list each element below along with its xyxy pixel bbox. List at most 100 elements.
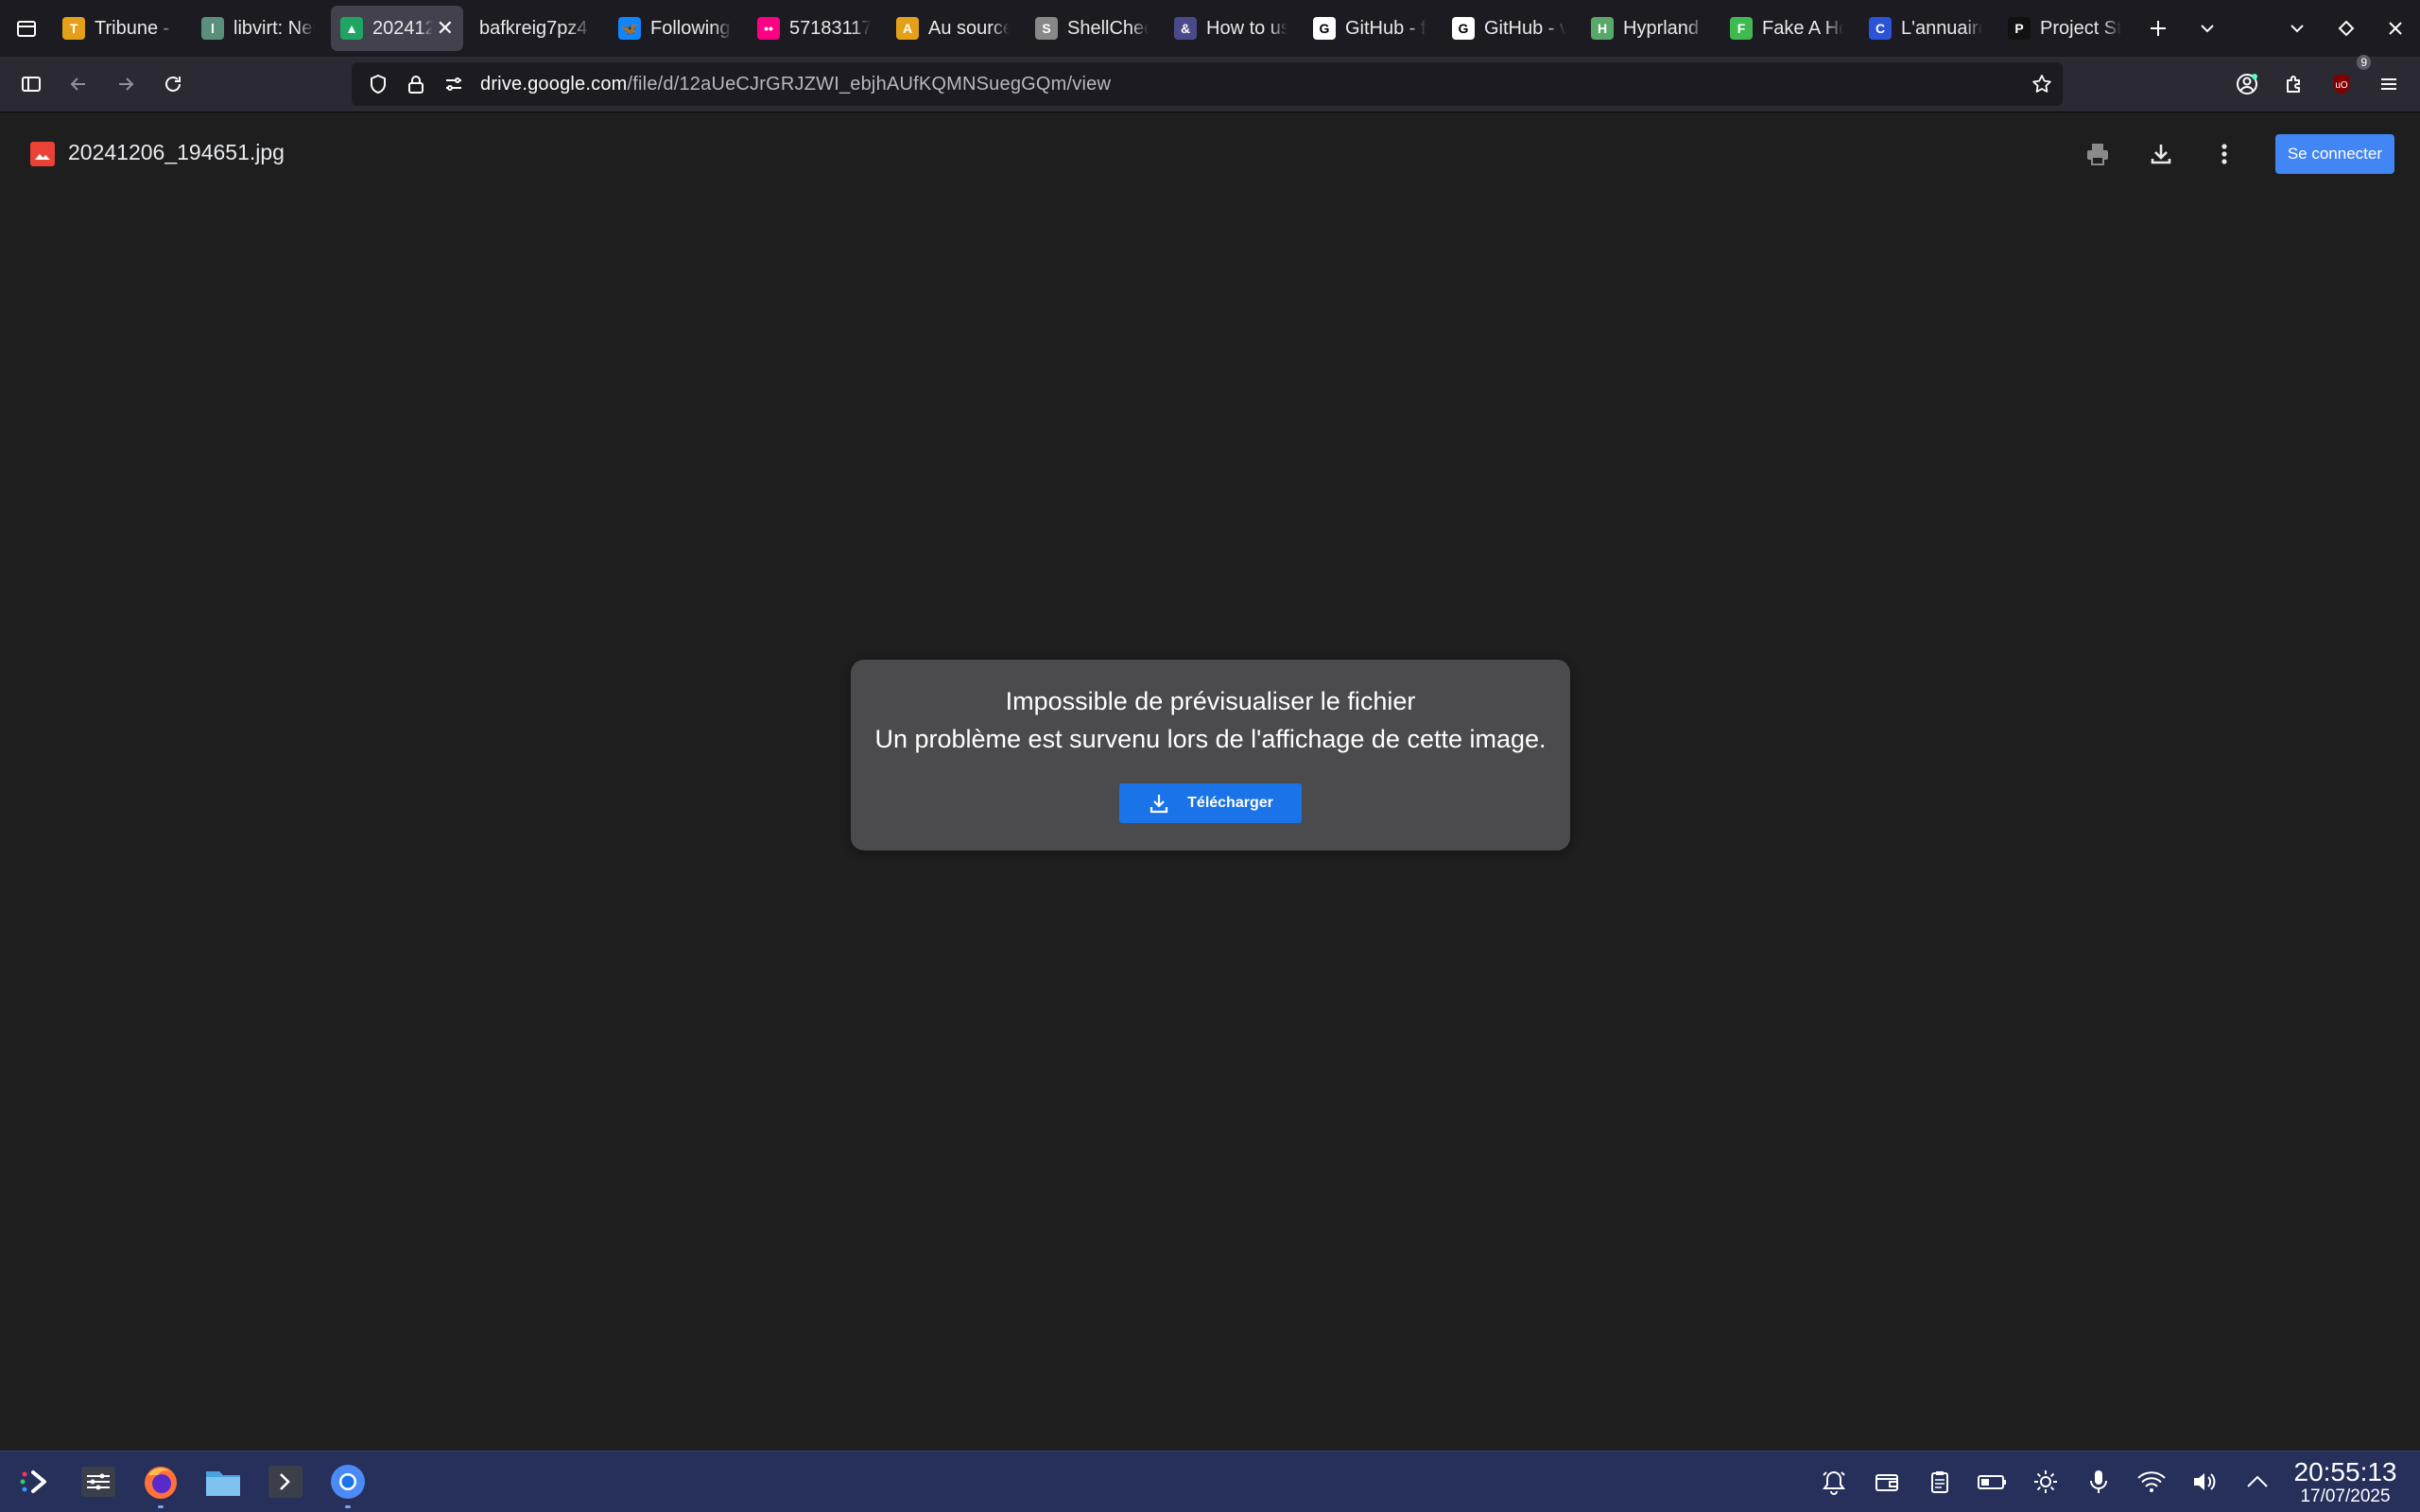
maximize-button[interactable] — [2322, 0, 2371, 57]
download-file-button[interactable]: Télécharger — [1119, 783, 1302, 823]
wallet-tray-button[interactable] — [1860, 1452, 1913, 1512]
tab-title: bafkreig7pz4 — [479, 17, 588, 39]
extensions-badge: 9 — [2357, 55, 2371, 70]
taskbar-settings-app[interactable] — [70, 1453, 127, 1510]
browser-tab[interactable]: •• 57183117 — [748, 6, 880, 51]
error-message: Un problème est survenu lors de l'affich… — [874, 725, 1547, 753]
download-button[interactable] — [2130, 123, 2192, 185]
minimize-button[interactable] — [2273, 0, 2322, 57]
extensions-button[interactable] — [2271, 60, 2318, 108]
browser-tab[interactable]: A Au source — [887, 6, 1019, 51]
mixer-icon — [81, 1467, 115, 1497]
reload-button[interactable] — [149, 60, 197, 108]
tab-title: ShellCheck — [1067, 17, 1149, 39]
sidebar-button[interactable] — [8, 60, 55, 108]
browser-tab-strip: T Tribune - l l libvirt: Net ▲ 20241206✕ bafkr… — [0, 0, 2420, 57]
chevron-down-icon — [2201, 25, 2214, 33]
taskbar-terminal[interactable] — [257, 1453, 314, 1510]
browser-tab[interactable]: bafkreig7pz4 — [470, 6, 602, 51]
alarm-bell-icon — [1823, 1470, 1845, 1495]
browser-tab[interactable]: H Hyprland — [1582, 6, 1714, 51]
browser-tab[interactable]: F Fake A Ho — [1720, 6, 1853, 51]
clipboard-icon — [1931, 1471, 1948, 1493]
browser-tab[interactable]: T Tribune - l — [53, 6, 185, 51]
ublock-shield-icon: uO — [2333, 74, 2350, 94]
tab-favicon-icon: P — [2008, 17, 2031, 40]
browser-tab[interactable]: C L'annuaire — [1859, 6, 1992, 51]
arrow-right-icon — [119, 77, 134, 91]
brightness-icon — [2034, 1470, 2057, 1493]
tab-title: Hyprland — [1623, 17, 1700, 39]
new-tab-button[interactable] — [2134, 0, 2183, 57]
chevron-down-icon — [2290, 25, 2304, 33]
tab-title: 20241206 — [372, 17, 433, 39]
clock[interactable]: 20:55:13 17/07/2025 — [2284, 1458, 2407, 1505]
forward-button[interactable] — [102, 60, 149, 108]
browser-tab[interactable]: l libvirt: Net — [192, 6, 324, 51]
browser-tab[interactable]: G GitHub - fr — [1304, 6, 1436, 51]
tab-favicon-icon: & — [1174, 17, 1197, 40]
desktop-taskbar: 20:55:13 17/07/2025 — [0, 1451, 2420, 1512]
taskbar-file-manager[interactable] — [195, 1453, 251, 1510]
firefox-view-icon — [17, 21, 36, 37]
browser-tab[interactable]: & How to us — [1165, 6, 1297, 51]
more-options-button[interactable] — [2193, 123, 2256, 185]
system-tray: 20:55:13 17/07/2025 — [1807, 1452, 2420, 1512]
ublock-extension-button[interactable]: uO 9 — [2318, 55, 2371, 108]
back-button[interactable] — [55, 60, 102, 108]
tray-expand-button[interactable] — [2231, 1452, 2284, 1512]
microphone-tray-button[interactable] — [2072, 1452, 2125, 1512]
tab-close-button[interactable]: ✕ — [437, 16, 454, 41]
browser-tab[interactable]: S ShellCheck — [1026, 6, 1158, 51]
folder-icon — [206, 1471, 240, 1496]
tab-favicon-icon: A — [896, 17, 919, 40]
all-tabs-button[interactable] — [2183, 0, 2232, 57]
tab-favicon-icon: G — [1313, 17, 1336, 40]
close-icon — [2389, 22, 2402, 35]
url-text[interactable]: drive.google.com/file/d/12aUeCJrGRJZWI_e… — [480, 74, 1111, 95]
tab-title: Project Sto — [2040, 17, 2121, 39]
print-button[interactable] — [2066, 123, 2129, 185]
firefox-view-button[interactable] — [0, 0, 53, 57]
microphone-icon — [2090, 1470, 2107, 1493]
taskbar-firefox[interactable] — [132, 1453, 189, 1510]
tab-favicon-icon: F — [1730, 17, 1753, 40]
tab-favicon-icon: S — [1035, 17, 1058, 40]
drive-viewer-header: 20241206_194651.jpg Se connecter — [0, 112, 2420, 197]
tab-title: Au source — [928, 17, 1010, 39]
tab-favicon-icon: H — [1591, 17, 1614, 40]
bookmark-star-button[interactable] — [2031, 62, 2053, 106]
firefox-icon — [145, 1467, 177, 1499]
app-menu-button[interactable] — [2365, 60, 2412, 108]
permissions-button[interactable] — [435, 62, 473, 106]
puzzle-icon — [2287, 76, 2300, 93]
printer-icon — [2086, 144, 2108, 165]
sign-in-button[interactable]: Se connecter — [2274, 134, 2394, 174]
diamond-icon — [2338, 20, 2355, 37]
wifi-tray-button[interactable] — [2125, 1452, 2178, 1512]
tab-title: How to us — [1206, 17, 1288, 39]
browser-tab[interactable]: 🦋 Following — [609, 6, 741, 51]
close-window-button[interactable] — [2371, 0, 2420, 57]
url-bar[interactable]: drive.google.com/file/d/12aUeCJrGRJZWI_e… — [352, 62, 2063, 106]
browser-tab[interactable]: P Project Sto — [1998, 6, 2131, 51]
hamburger-menu-icon — [2381, 78, 2396, 90]
volume-tray-button[interactable] — [2178, 1452, 2231, 1512]
brightness-tray-button[interactable] — [2019, 1452, 2072, 1512]
clipboard-tray-button[interactable] — [1913, 1452, 1966, 1512]
star-icon — [2032, 75, 2051, 93]
tracking-protection-button[interactable] — [359, 62, 397, 106]
browser-tab[interactable]: G GitHub - v — [1443, 6, 1575, 51]
app-launcher-button[interactable] — [8, 1453, 64, 1510]
download-file-label: Télécharger — [1187, 795, 1273, 811]
toolbar-right-buttons: uO 9 — [2223, 55, 2420, 112]
url-path: /file/d/12aUeCJrGRJZWI_ebjhAUfKQMNSuegGQ… — [627, 73, 1112, 94]
battery-tray-button[interactable] — [1966, 1452, 2019, 1512]
site-security-button[interactable] — [397, 62, 435, 106]
account-button[interactable] — [2223, 60, 2271, 108]
browser-tab[interactable]: ▲ 20241206✕ — [331, 6, 463, 51]
notifications-tray-button[interactable] — [1807, 1452, 1860, 1512]
taskbar-chromium[interactable] — [320, 1453, 376, 1510]
tab-favicon-icon: l — [201, 17, 224, 40]
header-actions: Se connecter — [2066, 112, 2420, 197]
